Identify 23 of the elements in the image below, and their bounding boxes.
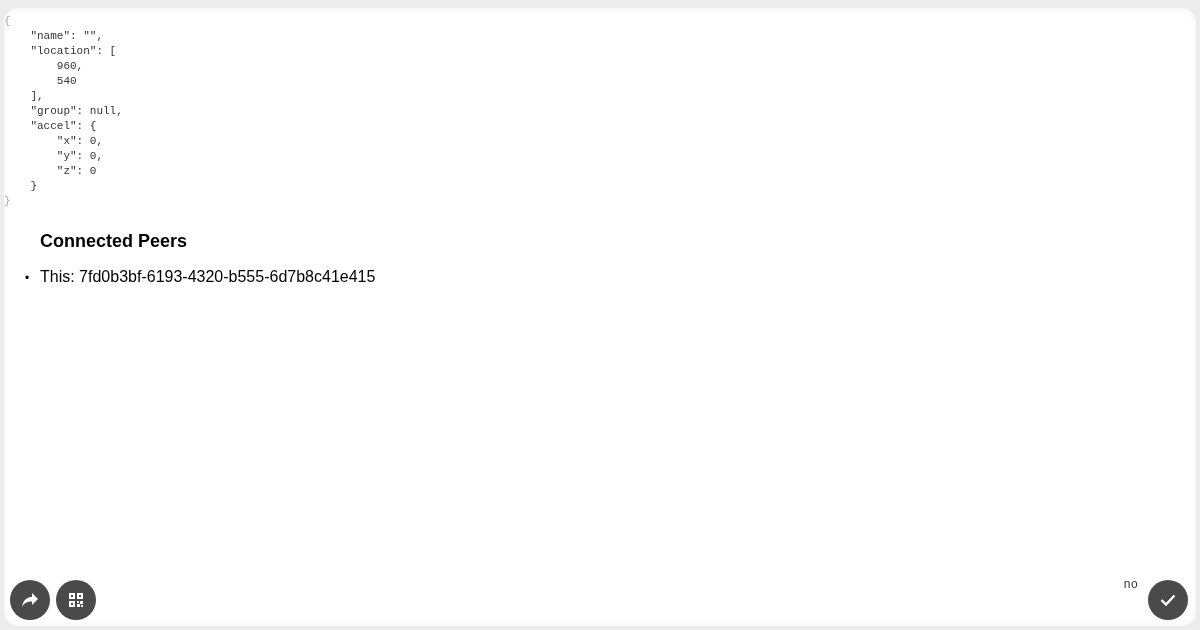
code-line: ], [29,89,44,104]
qr-code-button[interactable] [56,580,96,620]
code-line: } [4,194,11,209]
code-line: "location": [ [29,44,117,59]
status-text: no [1123,578,1138,592]
code-line: "name": "", [29,29,104,44]
code-line: { [4,14,11,29]
code-line: 540 [55,74,77,89]
share-button[interactable] [10,580,50,620]
code-line: "y": 0, [55,149,104,164]
code-line: 960, [55,59,84,74]
confirm-button[interactable] [1148,580,1188,620]
code-line: } [29,179,37,194]
share-icon [21,592,39,608]
bullet: • [25,271,31,285]
peer-item: This: 7fd0b3bf-6193-4320-b555-6d7b8c41e415 [40,268,376,286]
code-line: "accel": { [29,119,97,134]
qr-code-icon [69,593,83,607]
section-heading: Connected Peers [40,231,188,252]
check-icon [1160,594,1176,606]
code-line: "z": 0 [55,164,97,179]
code-line: "x": 0, [55,134,104,149]
code-line: "group": null, [29,104,123,119]
